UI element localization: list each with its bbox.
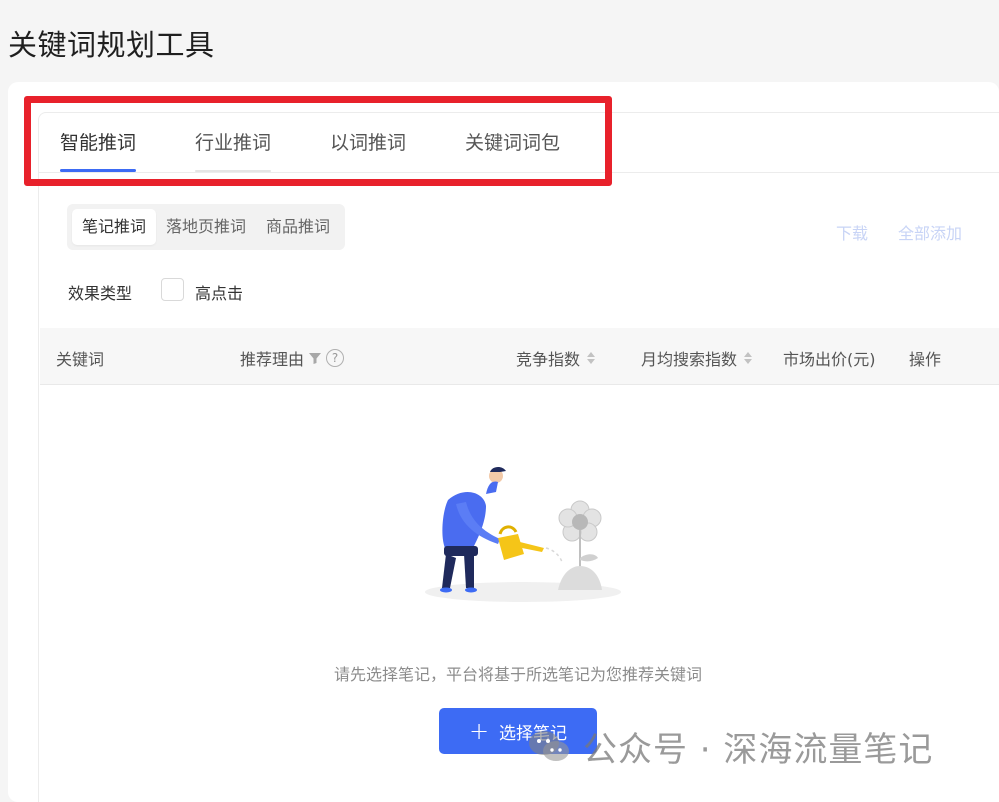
column-reason: 推荐理由 ?	[240, 346, 345, 370]
plus-icon: +	[468, 717, 490, 745]
filter-icon[interactable]	[308, 351, 322, 365]
tab-hover-indicator	[195, 170, 272, 172]
column-market-bid: 市场出价(元)	[783, 346, 876, 370]
tab-label: 行业推词	[195, 132, 272, 154]
subtab-note[interactable]: 笔记推词	[72, 209, 157, 245]
column-label: 推荐理由	[240, 350, 305, 369]
subtab-landing-page[interactable]: 落地页推词	[156, 209, 256, 245]
tab-smart[interactable]: 智能推词	[60, 128, 137, 172]
table-header: 关键词 推荐理由 ? 竞争指数 月均搜索指数 市场出价(元) 操作	[40, 328, 999, 385]
tab-industry[interactable]: 行业推词	[195, 128, 272, 172]
tab-word-to-word[interactable]: 以词推词	[330, 128, 406, 172]
tab-label: 智能推词	[60, 132, 137, 154]
column-label: 关键词	[56, 350, 105, 369]
tab-active-indicator	[60, 169, 137, 172]
column-operation: 操作	[909, 346, 941, 370]
column-label: 竞争指数	[516, 350, 581, 369]
empty-state-message: 请先选择笔记，平台将基于所选笔记为您推荐关键词	[333, 665, 702, 684]
add-all-button[interactable]: 全部添加	[898, 220, 962, 244]
tab-label: 以词推词	[330, 132, 407, 154]
high-click-checkbox[interactable]	[161, 278, 184, 301]
select-note-button[interactable]: + 选择笔记	[439, 708, 597, 754]
sort-icon[interactable]	[744, 352, 753, 364]
empty-state-illustration	[425, 466, 621, 602]
subtab-group: 笔记推词 落地页推词 商品推词	[67, 204, 346, 250]
tab-label: 关键词词包	[465, 132, 561, 154]
download-button[interactable]: 下载	[836, 220, 868, 244]
effect-type-label: 效果类型	[68, 284, 133, 303]
select-note-label: 选择笔记	[499, 723, 568, 744]
page-title: 关键词规划工具	[8, 28, 215, 62]
main-card: 智能推词 行业推词 以词推词 关键词词包	[8, 82, 999, 802]
tab-keyword-package[interactable]: 关键词词包	[465, 128, 560, 172]
column-competition[interactable]: 竞争指数	[516, 346, 596, 370]
column-label: 操作	[909, 350, 942, 369]
column-keyword: 关键词	[56, 346, 104, 370]
column-label: 市场出价(元)	[783, 350, 876, 369]
subtab-product[interactable]: 商品推词	[256, 209, 340, 245]
high-click-label[interactable]: 高点击	[195, 280, 243, 304]
tab-bar: 智能推词 行业推词 以词推词 关键词词包	[39, 113, 999, 173]
column-monthly-search[interactable]: 月均搜索指数	[641, 346, 753, 370]
sort-icon[interactable]	[587, 352, 596, 364]
column-label: 月均搜索指数	[641, 350, 738, 369]
help-icon[interactable]: ?	[326, 349, 345, 367]
